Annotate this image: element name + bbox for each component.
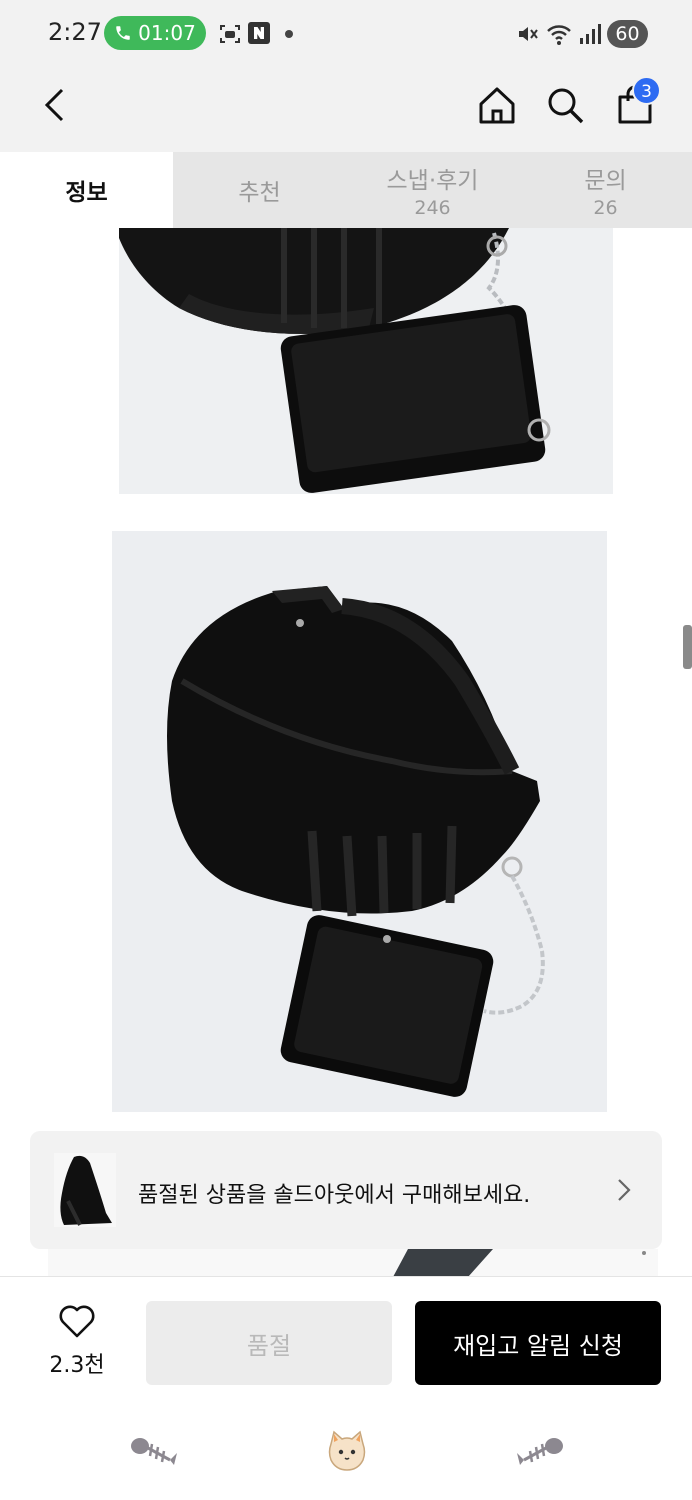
product-tabs: 정보 추천 스냅·후기 246 문의 26 <box>0 152 692 228</box>
product-image <box>112 531 607 1112</box>
heart-icon <box>59 1305 95 1338</box>
battery-indicator: 60 <box>607 20 648 48</box>
banner-arrow[interactable] <box>616 1177 632 1207</box>
tab-label: 추천 <box>238 180 281 206</box>
tab-label: 스냅·후기 <box>386 168 479 194</box>
soldout-marketplace-banner[interactable]: 품절된 상품을 솔드아웃에서 구매해보세요. <box>30 1131 662 1249</box>
search-button[interactable] <box>540 80 590 130</box>
system-nav-bar <box>0 1400 692 1500</box>
status-time: 2:27 <box>48 18 102 46</box>
mute-icon <box>519 27 538 41</box>
home-button[interactable] <box>472 80 522 130</box>
call-timer-pill[interactable]: 01:07 <box>104 16 206 50</box>
tab-info[interactable]: 정보 <box>0 152 173 228</box>
search-icon <box>548 88 584 124</box>
tab-label: 문의 <box>584 168 627 194</box>
tab-label: 정보 <box>65 180 108 206</box>
tab-count: 246 <box>414 197 451 219</box>
naver-icon <box>248 22 270 44</box>
tab-inquiry[interactable]: 문의 26 <box>519 152 692 228</box>
home-icon <box>479 87 515 124</box>
cart-count-badge: 3 <box>632 76 661 105</box>
wifi-icon <box>547 25 571 45</box>
cat-icon[interactable] <box>326 1430 368 1472</box>
fishbone-icon[interactable] <box>130 1434 178 1468</box>
chevron-left-icon <box>44 88 64 122</box>
scroll-indicator[interactable] <box>683 625 692 669</box>
product-image <box>119 228 613 494</box>
restock-alert-button[interactable]: 재입고 알림 신청 <box>415 1301 661 1385</box>
banner-product-thumbnail <box>54 1153 116 1227</box>
call-timer-text: 01:07 <box>138 21 196 45</box>
fishbone-icon[interactable] <box>516 1434 564 1468</box>
soldout-button: 품절 <box>146 1301 392 1385</box>
like-count: 2.3천 <box>49 1353 105 1378</box>
tab-recommend[interactable]: 추천 <box>173 152 346 228</box>
back-button[interactable] <box>30 80 80 130</box>
tab-count: 26 <box>593 197 618 219</box>
dot-icon <box>285 30 293 38</box>
top-nav-bar <box>0 66 692 152</box>
phone-icon <box>116 26 130 40</box>
banner-text: 품절된 상품을 솔드아웃에서 구매해보세요. <box>138 1183 531 1208</box>
like-button[interactable]: 2.3천 <box>36 1303 118 1379</box>
screen-record-icon <box>220 25 240 43</box>
chevron-right-icon <box>618 1179 631 1201</box>
product-image <box>48 1249 658 1277</box>
signal-icon <box>580 24 601 44</box>
bottom-action-bar: 2.3천 품절 재입고 알림 신청 <box>0 1276 692 1400</box>
tab-snap-reviews[interactable]: 스냅·후기 246 <box>346 152 519 228</box>
status-bar: 2:27 01:07 60 <box>0 0 692 66</box>
